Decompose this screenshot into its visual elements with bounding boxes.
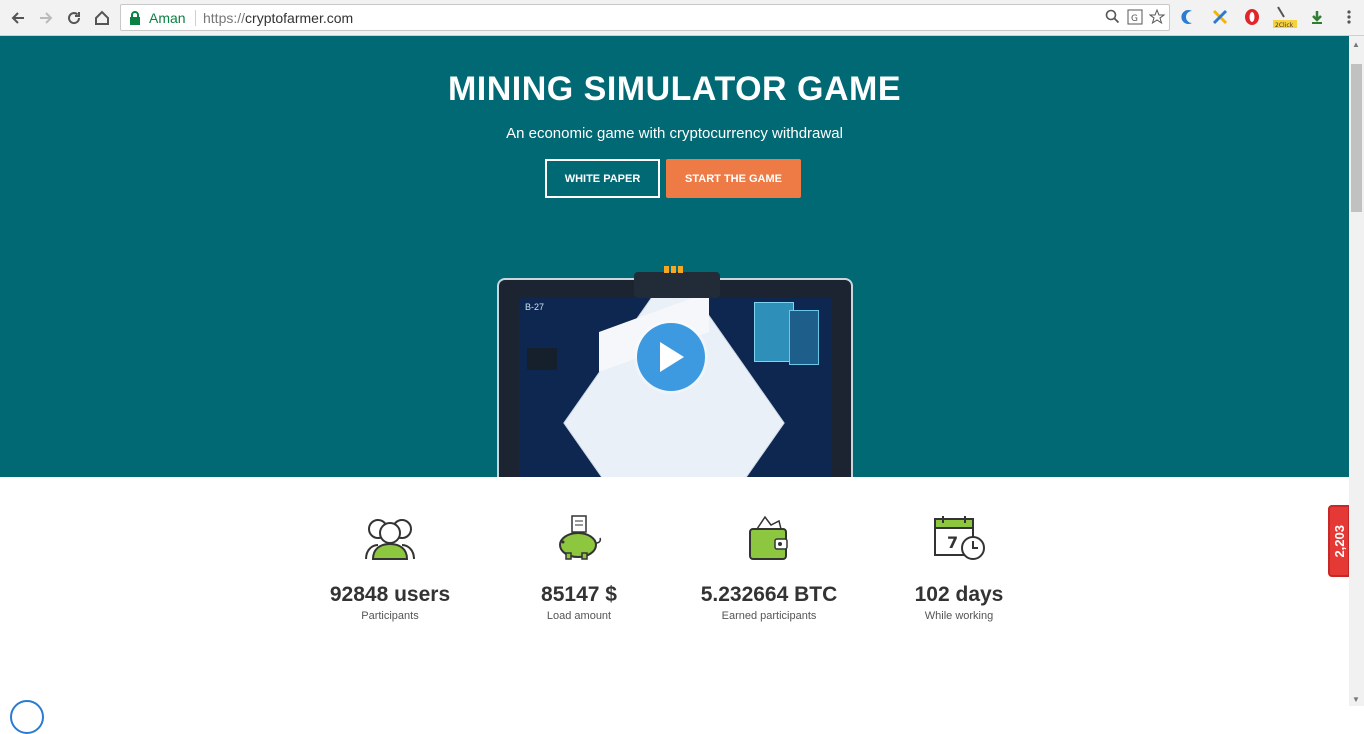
site-identity-label[interactable]: Aman	[149, 10, 186, 26]
scroll-up-icon[interactable]: ▲	[1352, 40, 1360, 49]
forward-icon[interactable]	[34, 6, 58, 30]
extension-2click-icon[interactable]: 2Click	[1272, 6, 1298, 29]
url-text[interactable]: https://cryptofarmer.com	[203, 10, 353, 26]
stat-participants: 92848 users Participants	[310, 515, 470, 622]
stat-label: Load amount	[546, 610, 612, 622]
stat-value: 102 days	[914, 583, 1004, 606]
scroll-down-icon[interactable]: ▼	[1352, 695, 1360, 704]
home-icon[interactable]	[90, 6, 114, 30]
lock-icon	[129, 11, 141, 30]
chat-widget-icon[interactable]	[10, 700, 44, 734]
users-icon	[310, 515, 470, 561]
stat-label: Earned participants	[721, 610, 817, 622]
scrollbar[interactable]: ▲ ▼	[1349, 36, 1364, 706]
extension-crescent-icon[interactable]	[1178, 6, 1200, 28]
stat-label: Participants	[361, 610, 419, 622]
stat-value: 5.232664 BTC	[700, 583, 838, 606]
menu-kebab-icon[interactable]	[1338, 6, 1360, 28]
game-building-illustration	[754, 302, 794, 362]
hero-section: MINING SIMULATOR GAME An economic game w…	[0, 36, 1349, 479]
stat-days: 7 102 days While working	[879, 515, 1039, 622]
stat-label: While working	[924, 610, 994, 622]
badge-text: 2Click	[1275, 22, 1294, 29]
page-subtitle: An economic game with cryptocurrency wit…	[506, 125, 843, 142]
calendar-day: 7	[947, 533, 958, 552]
zoom-icon[interactable]	[1105, 8, 1121, 31]
play-button[interactable]	[637, 323, 705, 391]
extension-x-icon[interactable]	[1209, 6, 1231, 28]
download-extension-icon[interactable]	[1306, 6, 1328, 28]
opera-icon[interactable]	[1241, 6, 1263, 28]
bookmark-star-icon[interactable]	[1148, 8, 1166, 31]
white-paper-button[interactable]: WHITE PAPER	[545, 159, 660, 198]
stat-earned: 5.232664 BTC Earned participants	[689, 515, 849, 622]
back-icon[interactable]	[6, 6, 30, 30]
browser-toolbar: Aman https://cryptofarmer.com G 2Click	[0, 0, 1364, 36]
game-server-illustration	[527, 348, 557, 370]
laptop-video-frame: B-27	[497, 266, 853, 479]
stat-load-amount: 85147 $ Load amount	[499, 515, 659, 622]
page-title: MINING SIMULATOR GAME	[447, 70, 902, 108]
reload-icon[interactable]	[62, 6, 86, 30]
piggy-bank-icon	[499, 515, 659, 561]
divider	[195, 10, 196, 26]
svg-text:G: G	[1131, 14, 1138, 24]
stat-value: 92848 users	[329, 583, 451, 606]
calendar-clock-icon: 7	[879, 515, 1039, 561]
video-thumbnail[interactable]: B-27	[519, 298, 832, 479]
room-tag: B-27	[525, 302, 545, 312]
stats-section: 92848 users Participants 85147 $ Load am…	[0, 477, 1349, 706]
side-counter-value: 2,203	[1331, 524, 1347, 558]
side-counter-widget[interactable]: 2,203	[1328, 505, 1350, 577]
webcam-lights	[664, 266, 683, 273]
stat-value: 85147 $	[541, 583, 617, 606]
url-protocol: https://	[203, 10, 246, 26]
game-tower-illustration	[789, 310, 819, 365]
translate-icon[interactable]: G	[1127, 8, 1143, 31]
webcam-bar	[634, 272, 720, 298]
play-icon	[660, 342, 684, 372]
scrollbar-thumb[interactable]	[1351, 64, 1362, 212]
wallet-icon	[689, 515, 849, 561]
start-game-button[interactable]: START THE GAME	[666, 159, 801, 198]
url-host: cryptofarmer.com	[245, 10, 354, 26]
address-bar[interactable]: Aman https://cryptofarmer.com G	[120, 4, 1170, 31]
